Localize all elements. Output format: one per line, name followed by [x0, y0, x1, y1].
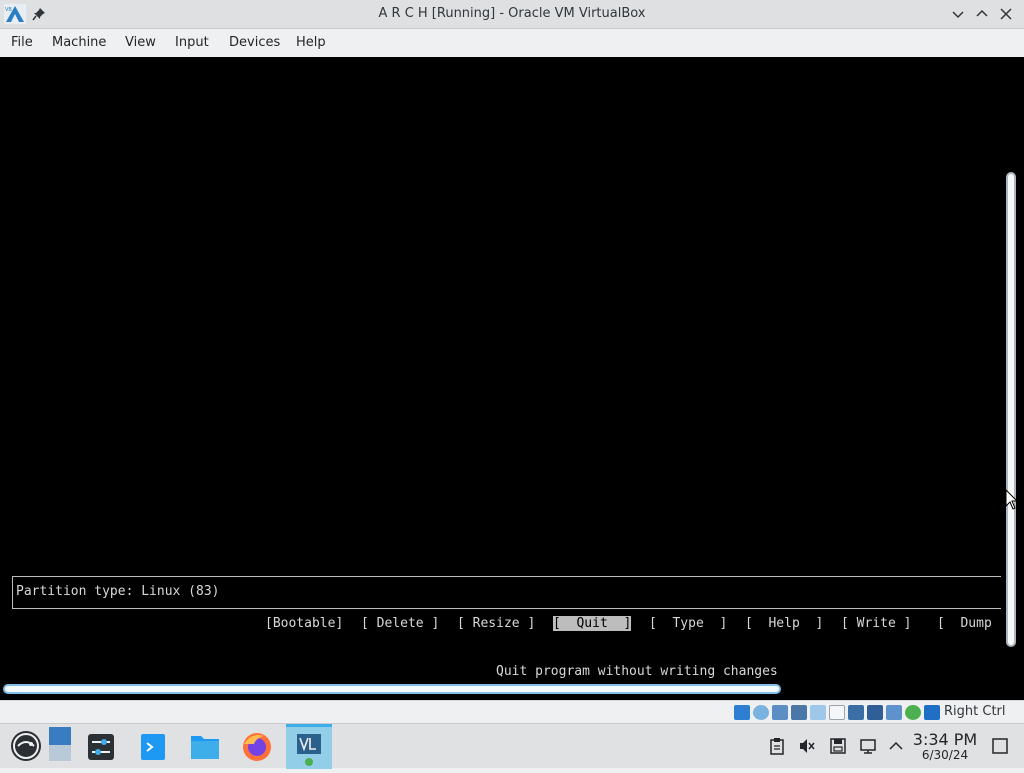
- horizontal-scrollbar[interactable]: [3, 684, 781, 694]
- vm-display[interactable]: Partition type: Linux (83) [Bootable] [ …: [0, 57, 1024, 700]
- mouse-integration-icon[interactable]: [924, 705, 940, 720]
- delete-button[interactable]: [ Delete ]: [361, 616, 439, 631]
- file-manager-launcher[interactable]: [182, 724, 228, 769]
- vertical-scrollbar[interactable]: [1006, 172, 1016, 647]
- status-bar: Right Ctrl: [0, 700, 1024, 723]
- settings-launcher[interactable]: [78, 724, 124, 769]
- clock-date[interactable]: 6/30/24: [904, 748, 986, 762]
- help-button[interactable]: [ Help ]: [745, 616, 823, 631]
- virtualbox-manager-launcher[interactable]: [37, 724, 83, 769]
- menu-devices[interactable]: Devices: [229, 35, 280, 50]
- title-bar[interactable]: VB A R C H [Running] - Oracle VM Virtual…: [0, 0, 1024, 29]
- dump-button[interactable]: [ Dump: [937, 616, 992, 631]
- clipboard-icon[interactable]: [768, 737, 786, 755]
- taskbar: 3:34 PM 6/30/24: [0, 723, 1024, 769]
- chevron-up-tray-icon[interactable]: [887, 737, 905, 755]
- virtualbox-manager-icon: [49, 727, 71, 761]
- shared-folder-icon[interactable]: [829, 705, 845, 720]
- resize-button[interactable]: [ Resize ]: [457, 616, 535, 631]
- network-icon[interactable]: [791, 705, 807, 720]
- button-help-text: Quit program without writing changes: [496, 664, 778, 679]
- partition-type-text: Partition type: Linux (83): [16, 584, 220, 599]
- menu-help[interactable]: Help: [296, 35, 326, 50]
- firefox-icon: [243, 733, 271, 761]
- chevron-up-icon: [976, 9, 988, 17]
- firefox-launcher[interactable]: [234, 724, 280, 769]
- write-button[interactable]: [ Write ]: [841, 616, 911, 631]
- optical-drive-icon[interactable]: [753, 705, 769, 720]
- mouse-cursor-icon: [1005, 489, 1019, 510]
- maximize-button[interactable]: [972, 5, 992, 23]
- type-button[interactable]: [ Type ]: [649, 616, 727, 631]
- hard-disk-icon[interactable]: [734, 705, 750, 720]
- network-wired-icon[interactable]: [859, 737, 877, 755]
- virtualbox-vm-launcher[interactable]: [286, 724, 332, 769]
- clock-time[interactable]: 3:34 PM: [904, 730, 986, 749]
- menu-view[interactable]: View: [125, 35, 156, 50]
- show-desktop-icon[interactable]: [991, 737, 1009, 755]
- settings-icon: [88, 734, 114, 760]
- storage-icon[interactable]: [829, 737, 847, 755]
- vt-x-icon[interactable]: [886, 705, 902, 720]
- discover-launcher[interactable]: [130, 724, 176, 769]
- recording-icon[interactable]: [867, 705, 883, 720]
- close-button[interactable]: [996, 5, 1016, 23]
- quit-button[interactable]: [ Quit ]: [553, 616, 632, 631]
- guest-additions-icon[interactable]: [905, 705, 921, 720]
- usb-icon[interactable]: [810, 705, 826, 720]
- chevron-down-icon: [952, 11, 964, 19]
- menu-file[interactable]: File: [11, 35, 33, 50]
- menu-input[interactable]: Input: [175, 35, 209, 50]
- minimize-button[interactable]: [948, 5, 968, 23]
- virtualbox-vm-icon: [297, 734, 321, 766]
- volume-muted-icon[interactable]: [798, 737, 816, 755]
- host-key-label[interactable]: Right Ctrl: [944, 704, 1006, 719]
- menu-machine[interactable]: Machine: [52, 35, 106, 50]
- audio-icon[interactable]: [772, 705, 788, 720]
- bootable-button[interactable]: [Bootable]: [265, 616, 343, 631]
- folder-icon: [191, 736, 219, 759]
- window-title: A R C H [Running] - Oracle VM VirtualBox: [378, 6, 646, 21]
- konsole-icon: [141, 734, 165, 760]
- display-icon[interactable]: [848, 705, 864, 720]
- menu-bar: File Machine View Input Devices Help: [0, 29, 1024, 57]
- close-icon: [1000, 8, 1012, 20]
